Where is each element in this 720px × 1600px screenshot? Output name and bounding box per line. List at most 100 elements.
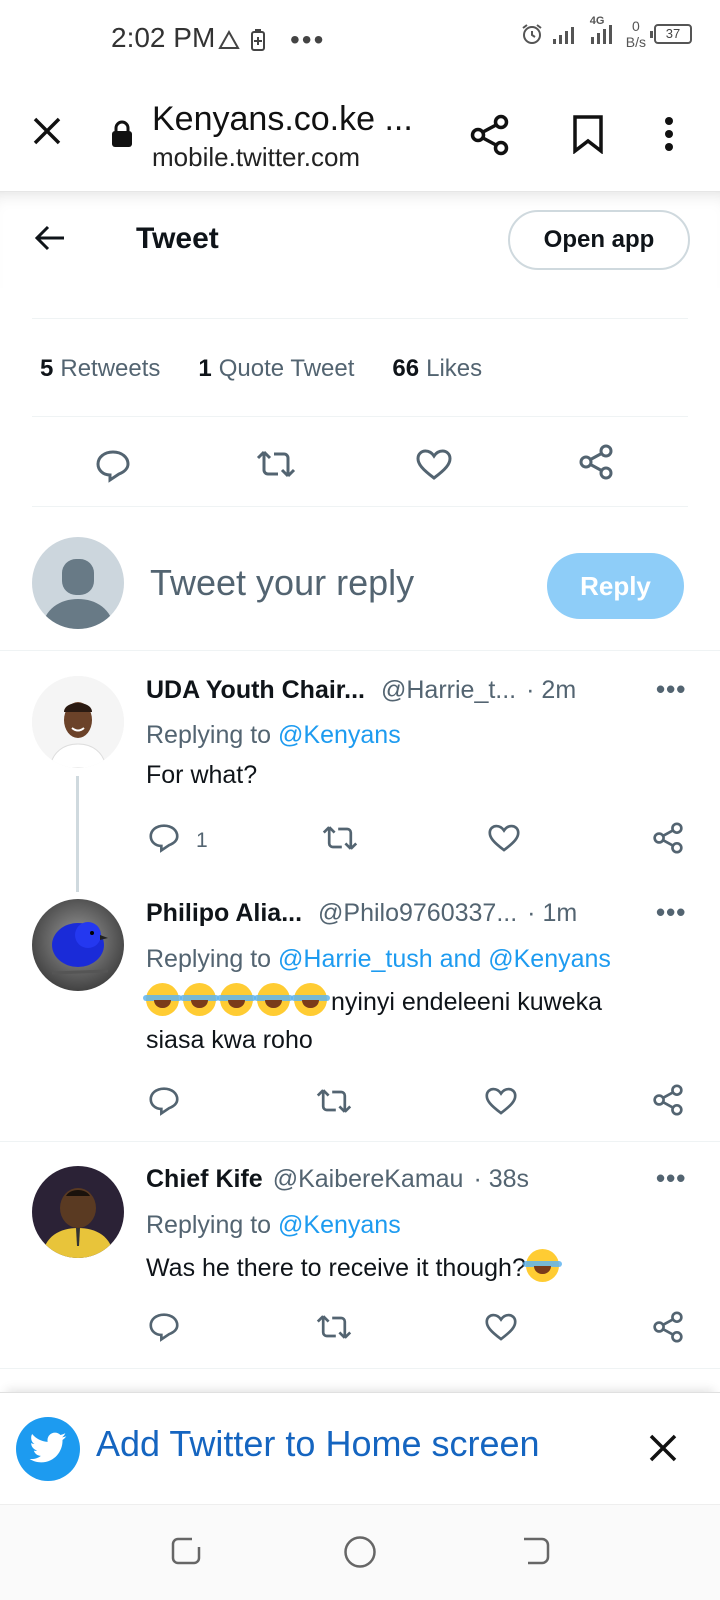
laughing-emoji-icon [143, 983, 331, 1016]
add-to-home-banner[interactable]: Add Twitter to Home screen [0, 1392, 720, 1504]
like-icon[interactable] [416, 449, 452, 481]
share-icon[interactable] [470, 114, 510, 156]
divider [0, 1368, 720, 1369]
status-notification-icons: ••• [218, 24, 325, 56]
status-system-icons: 4G 0 B/s 37 [520, 15, 692, 50]
back-arrow-icon[interactable] [34, 224, 66, 252]
tweet-time[interactable]: · 38s [473, 1165, 529, 1194]
likes-count: 66 [392, 355, 420, 382]
share-icon[interactable] [578, 444, 614, 480]
lock-icon [111, 120, 133, 148]
tweet-author: UDA Youth Chair... @Harrie_t... · 2m [146, 676, 576, 705]
retweets-stat[interactable]: 5 Retweets [40, 355, 160, 383]
tweet-text: For what? [146, 761, 258, 789]
reply-icon[interactable] [148, 1086, 180, 1116]
reply-icon[interactable] [148, 823, 180, 853]
browser-toolbar: Kenyans.co.ke ... mobile.twitter.com [0, 80, 720, 192]
reply-icon[interactable] [148, 1312, 180, 1342]
author-handle[interactable]: @Harrie_t... [381, 676, 516, 705]
retweet-icon[interactable] [316, 1313, 352, 1341]
mention-link[interactable]: @Kenyans [278, 721, 401, 749]
tweet-text-line: nyinyi endeleeni kuweka [331, 988, 603, 1016]
home-icon[interactable] [343, 1535, 377, 1569]
bookmark-icon[interactable] [572, 114, 604, 154]
page-heading: Tweet [136, 222, 219, 255]
quotes-label: Quote Tweet [218, 355, 355, 382]
close-icon[interactable] [648, 1433, 678, 1463]
share-icon[interactable] [652, 1311, 684, 1343]
battery-saver-icon [250, 28, 266, 52]
open-app-button[interactable]: Open app [508, 210, 690, 270]
net-speed-unit: B/s [625, 34, 646, 50]
avatar[interactable] [32, 676, 124, 768]
replying-to: Replying to @Kenyans [146, 1211, 401, 1240]
retweet-icon[interactable] [322, 824, 358, 852]
share-icon[interactable] [652, 1084, 684, 1116]
net-speed-value: 0 [631, 18, 640, 34]
replying-to: Replying to @Harrie_tush and @Kenyans [146, 945, 611, 974]
thread-line [76, 776, 79, 892]
tweet-text-line: siasa kwa roho [146, 1026, 313, 1054]
alarm-icon [520, 22, 544, 46]
system-nav-bar [0, 1504, 720, 1600]
tweet-time[interactable]: · 2m [526, 676, 576, 705]
author-handle[interactable]: @Philo9760337... [318, 899, 517, 928]
share-icon[interactable] [652, 822, 684, 854]
more-options-icon[interactable]: ••• [656, 674, 686, 705]
close-tab-icon[interactable] [32, 116, 62, 146]
avatar[interactable] [32, 899, 124, 991]
laughing-emoji-icon [522, 1249, 562, 1282]
reply-count: 1 [196, 829, 208, 852]
retweets-count: 5 [40, 355, 54, 382]
tweet-text: Was he there to receive it though? [146, 1249, 563, 1287]
divider [32, 416, 688, 417]
divider [32, 318, 688, 319]
divider [0, 650, 720, 651]
reply-button[interactable]: Reply [547, 553, 684, 619]
net-speed: 0 B/s [626, 18, 646, 50]
like-icon[interactable] [488, 824, 520, 853]
more-options-icon[interactable]: ••• [656, 1163, 686, 1194]
add-to-home-text[interactable]: Add Twitter to Home screen [96, 1423, 540, 1465]
reply-input[interactable]: Tweet your reply [150, 562, 414, 604]
tweet-text-body: Was he there to receive it though? [146, 1254, 526, 1282]
quotes-count: 1 [198, 355, 212, 382]
recent-apps-icon[interactable] [170, 1535, 202, 1567]
divider [32, 506, 688, 507]
avatar[interactable] [32, 1166, 124, 1258]
retweet-icon[interactable] [316, 1087, 352, 1115]
tweet-author: Chief Kife @KaibereKamau · 38s [146, 1165, 529, 1194]
battery-icon: 37 [650, 24, 692, 44]
like-icon[interactable] [485, 1087, 517, 1116]
mention-link[interactable]: @Kenyans [278, 1211, 401, 1239]
status-time: 2:02 PM [111, 22, 216, 53]
replying-prefix: Replying to [146, 721, 272, 749]
tweet-time[interactable]: · 1m [527, 899, 577, 928]
author-handle[interactable]: @KaibereKamau [273, 1165, 464, 1194]
signal-icon [552, 23, 582, 45]
reply-icon[interactable] [95, 449, 131, 483]
quotes-stat[interactable]: 1 Quote Tweet [198, 355, 354, 383]
more-notifications-icon: ••• [290, 24, 326, 55]
default-avatar [32, 537, 124, 629]
more-options-icon[interactable]: ••• [656, 897, 686, 928]
tweet-author: Philipo Alia... @Philo9760337... · 1m [146, 899, 577, 928]
retweets-label: Retweets [60, 355, 161, 382]
author-name[interactable]: Philipo Alia... [146, 899, 302, 928]
overflow-menu-icon[interactable] [664, 116, 674, 152]
replying-prefix: Replying to [146, 945, 272, 973]
back-icon[interactable] [520, 1535, 552, 1567]
like-icon[interactable] [485, 1313, 517, 1342]
likes-stat[interactable]: 66 Likes [392, 355, 482, 383]
network-type: 4G [589, 15, 605, 27]
status-bar: 2:02 PM ••• 4G 0 B/s 37 [0, 0, 720, 80]
twitter-bird-icon [16, 1417, 80, 1481]
author-name[interactable]: Chief Kife [146, 1165, 263, 1194]
likes-label: Likes [426, 355, 483, 382]
author-name[interactable]: UDA Youth Chair... [146, 676, 365, 705]
tweet-header: Tweet Open app [0, 192, 720, 288]
retweet-icon[interactable] [256, 449, 296, 479]
mention-link[interactable]: @Harrie_tush and @Kenyans [278, 945, 611, 973]
replying-prefix: Replying to [146, 1211, 272, 1239]
page-url[interactable]: mobile.twitter.com [152, 142, 360, 173]
